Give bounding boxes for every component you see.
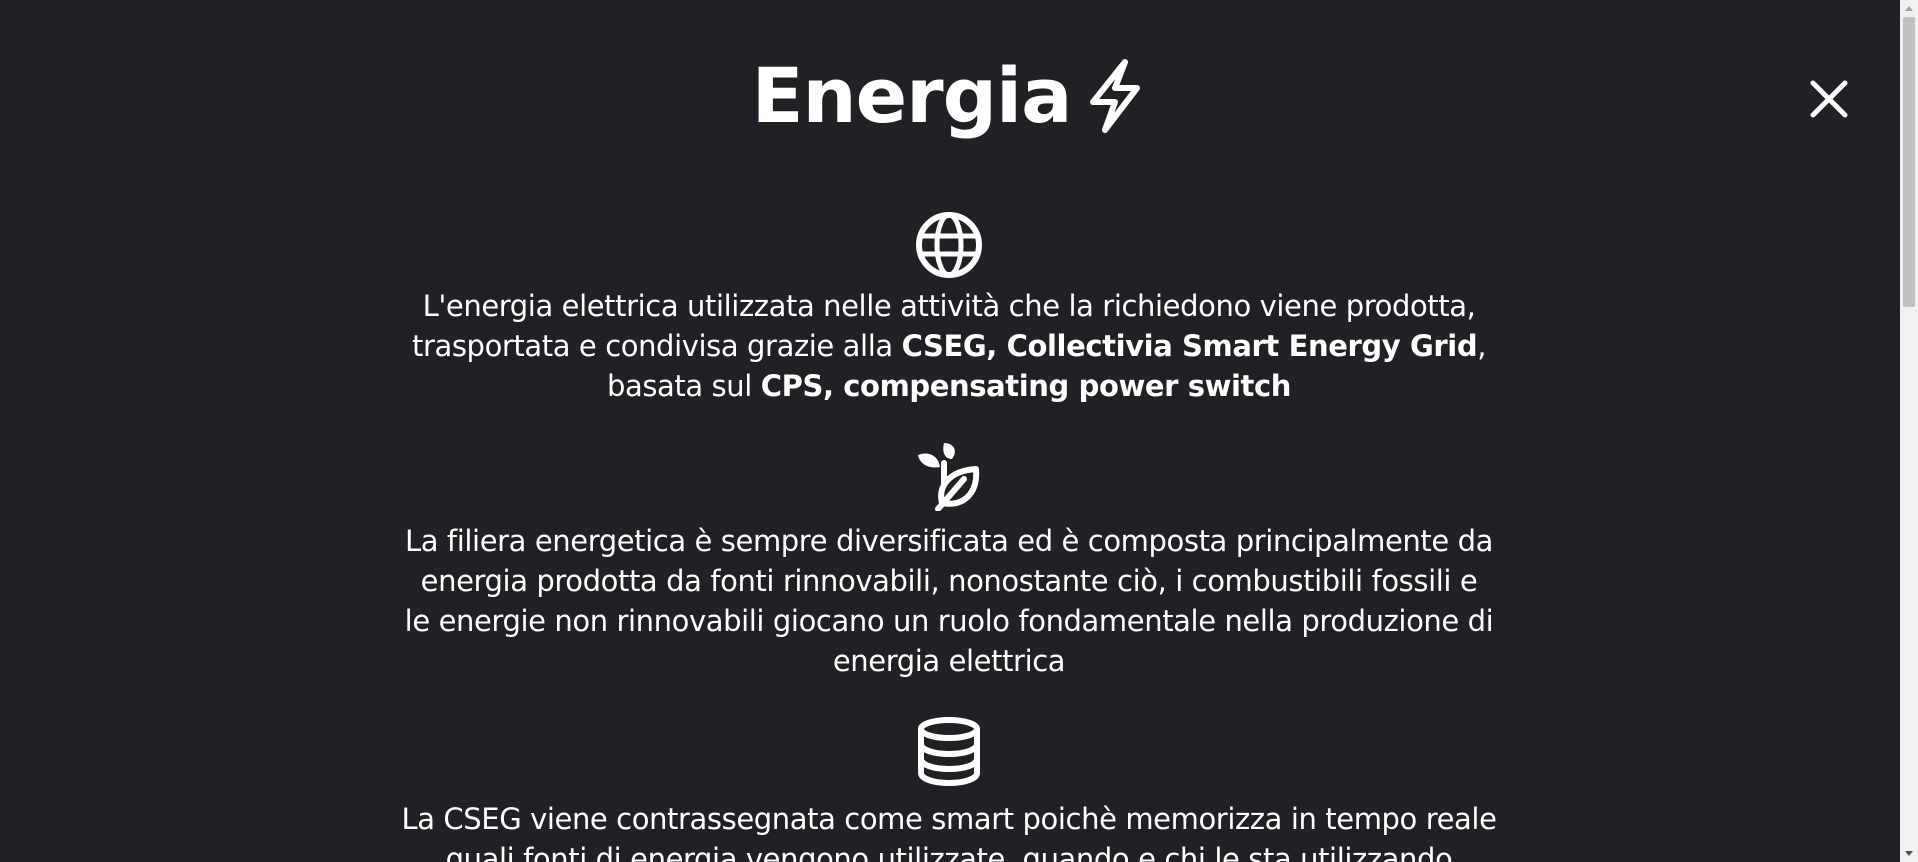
scrollbar-thumb[interactable] bbox=[1903, 17, 1915, 307]
text-bold-cseg: CSEG, Collectivia Smart Energy Grid bbox=[901, 329, 1478, 363]
section-energy-grid: L'energia elettrica utilizzata nelle att… bbox=[0, 210, 1898, 406]
scroll-up-arrow-icon[interactable] bbox=[1900, 0, 1918, 16]
database-icon bbox=[918, 717, 980, 787]
section-text-energy-grid: L'energia elettrica utilizzata nelle att… bbox=[374, 286, 1524, 406]
section-text-smart-grid: La CSEG viene contrassegnata come smart … bbox=[401, 802, 1497, 862]
close-button[interactable] bbox=[1806, 76, 1852, 122]
modal-header: Energia bbox=[0, 58, 1895, 134]
lightning-bolt-icon bbox=[1085, 58, 1143, 134]
text-bold-cps: CPS, compensating power switch bbox=[760, 369, 1292, 403]
leaf-seedling-icon bbox=[918, 443, 980, 511]
globe-icon bbox=[916, 212, 982, 278]
vertical-scrollbar[interactable] bbox=[1900, 0, 1918, 862]
section-smart-grid: La CSEG viene contrassegnata come smart … bbox=[0, 717, 1898, 862]
close-icon bbox=[1810, 80, 1848, 118]
section-text-energy-supply: La filiera energetica è sempre diversifi… bbox=[404, 524, 1494, 678]
section-energy-supply: La filiera energetica è sempre diversifi… bbox=[0, 441, 1898, 681]
page-title: Energia bbox=[751, 51, 1073, 140]
energy-modal: Energia L'energia elettrica utilizzata n… bbox=[0, 0, 1918, 862]
scroll-down-arrow-icon[interactable] bbox=[1900, 846, 1918, 862]
